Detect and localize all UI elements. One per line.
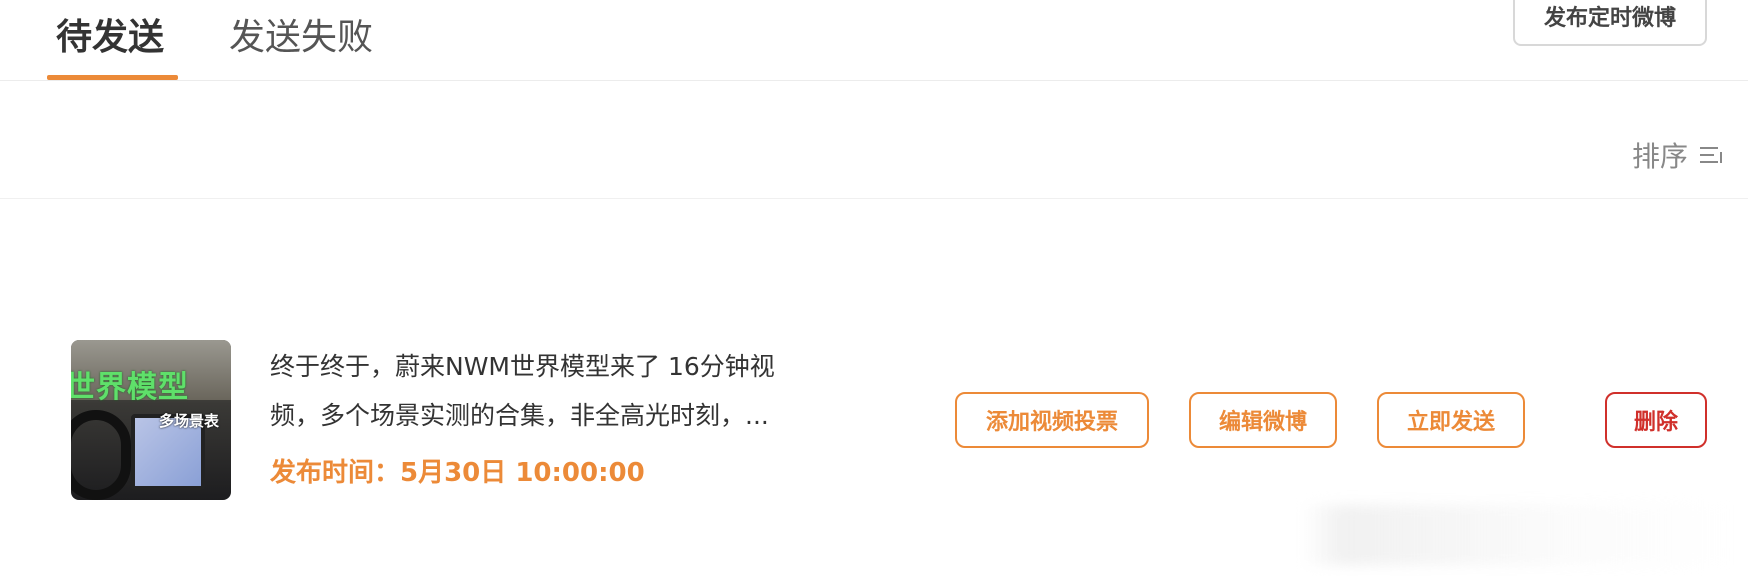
video-thumbnail[interactable]: 世界模型 多场景表 xyxy=(71,340,231,500)
thumbnail-steering-wheel xyxy=(71,410,131,500)
publish-time: 发布时间：5月30日 10:00:00 xyxy=(270,458,645,488)
thumbnail-subtitle: 多场景表 xyxy=(159,412,220,430)
send-now-button[interactable]: 立即发送 xyxy=(1377,392,1525,448)
add-video-vote-button[interactable]: 添加视频投票 xyxy=(955,392,1149,448)
delete-button[interactable]: 删除 xyxy=(1605,392,1707,448)
scheduled-post-item: 世界模型 多场景表 终于终于，蔚来NWM世界模型来了 16分钟视频，多个场景实测… xyxy=(0,330,1748,510)
sort-label: 排序 xyxy=(1631,140,1688,173)
edit-weibo-button[interactable]: 编辑微博 xyxy=(1189,392,1337,448)
tab-failed[interactable]: 发送失败 xyxy=(229,14,373,62)
sort-bar: 排序 xyxy=(0,81,1748,199)
thumbnail-title: 世界模型 xyxy=(71,370,189,405)
tab-pending[interactable]: 待发送 xyxy=(56,14,164,62)
tab-bar: 待发送 发送失败 发布定时微博 xyxy=(0,0,1748,81)
sort-button[interactable]: 排序 xyxy=(1632,135,1722,175)
publish-scheduled-weibo-button[interactable]: 发布定时微博 xyxy=(1513,0,1707,46)
blurred-overlay xyxy=(1300,505,1730,565)
sort-icon xyxy=(1700,145,1722,165)
post-description: 终于终于，蔚来NWM世界模型来了 16分钟视频，多个场景实测的合集，非全高光时刻… xyxy=(270,352,775,430)
post-content: 终于终于，蔚来NWM世界模型来了 16分钟视频，多个场景实测的合集，非全高光时刻… xyxy=(270,342,810,489)
active-tab-indicator xyxy=(47,75,178,80)
